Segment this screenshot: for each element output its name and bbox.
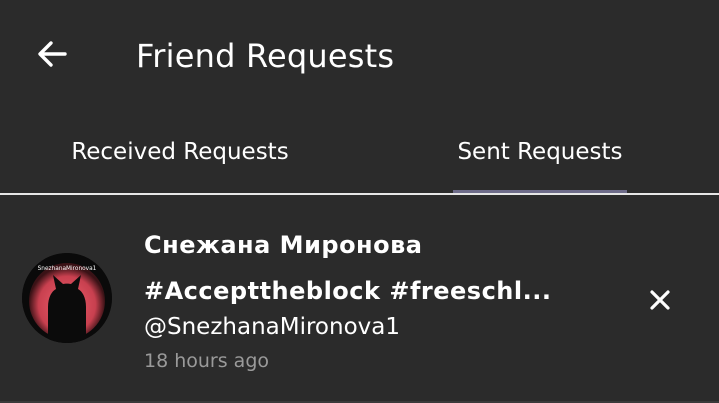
cancel-request-button[interactable]	[640, 280, 680, 320]
back-button[interactable]	[30, 32, 74, 76]
avatar[interactable]: SnezhanaMironova1	[22, 253, 112, 343]
page-title: Friend Requests	[136, 37, 395, 75]
tab-sent-requests[interactable]: Sent Requests	[360, 112, 719, 192]
arrow-left-icon	[38, 41, 67, 67]
app-header: Friend Requests	[0, 0, 719, 108]
name-line-2: #Accepttheblock #freeschl...	[144, 277, 552, 305]
avatar-caption: SnezhanaMironova1	[38, 266, 97, 272]
request-tabs: Received Requests Sent Requests	[0, 112, 719, 194]
request-timestamp: 18 hours ago	[144, 350, 270, 372]
tabs-divider	[0, 193, 719, 195]
tab-label: Received Requests	[71, 139, 289, 165]
close-icon	[650, 290, 670, 310]
tab-received-requests[interactable]: Received Requests	[0, 112, 360, 192]
tab-label: Sent Requests	[457, 139, 623, 165]
friend-requests-screen: Friend Requests Received Requests Sent R…	[0, 0, 719, 403]
username-handle: @SnezhanaMironova1	[144, 314, 400, 340]
name-line-1: Снежана Миронова	[144, 231, 423, 259]
request-name[interactable]: Снежана Миронова #Accepttheblock #freesc…	[144, 222, 604, 314]
list-item[interactable]: SnezhanaMironova1 Снежана Миронова #Acce…	[0, 196, 719, 401]
